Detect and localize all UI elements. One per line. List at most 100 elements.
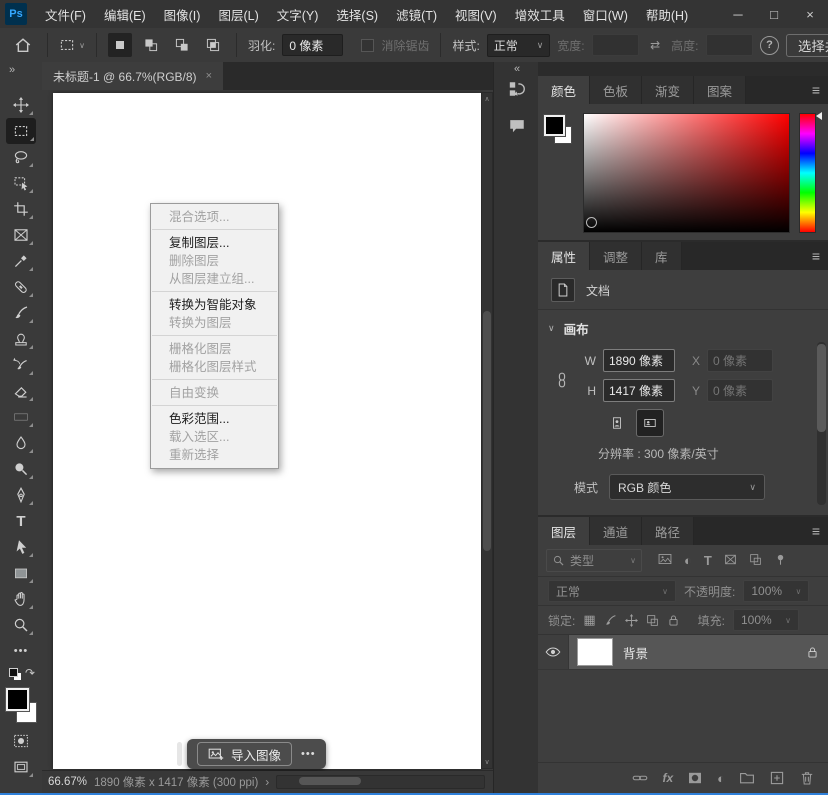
canvas-width-input[interactable]: 1890 像素 xyxy=(603,349,675,372)
minimize-button[interactable]: ─ xyxy=(720,0,756,28)
layer-filter-type-select[interactable]: 类型 xyxy=(546,549,642,572)
history-brush-tool[interactable] xyxy=(7,352,35,378)
healing-brush-tool[interactable] xyxy=(7,274,35,300)
move-tool[interactable] xyxy=(7,92,35,118)
vertical-scroll-thumb[interactable] xyxy=(483,311,491,551)
hue-slider-handle[interactable] xyxy=(816,112,822,120)
select-and-mask-button[interactable]: 选择并遮住… xyxy=(786,34,828,57)
vertical-scrollbar[interactable]: ∧ ∨ xyxy=(481,92,493,769)
type-tool[interactable]: T xyxy=(7,508,35,534)
style-select[interactable]: 正常 xyxy=(487,34,551,57)
filter-shape-layers-icon[interactable] xyxy=(724,553,737,569)
add-layer-mask-icon[interactable] xyxy=(687,770,703,786)
tab-libraries[interactable]: 库 xyxy=(642,242,682,270)
eyedropper-tool[interactable] xyxy=(7,248,35,274)
import-image-button[interactable]: 导入图像 xyxy=(197,742,292,766)
dock-collapse-icon[interactable]: « xyxy=(494,62,539,76)
clone-stamp-tool[interactable] xyxy=(7,326,35,352)
blur-tool[interactable] xyxy=(7,430,35,456)
ctx-convert-to-smart-object[interactable]: 转换为智能对象 xyxy=(151,296,278,314)
selection-mode-add[interactable] xyxy=(139,33,163,57)
layers-panel-menu-icon[interactable]: ≡ xyxy=(812,523,820,539)
tab-layers[interactable]: 图层 xyxy=(538,517,590,545)
task-bar-more-button[interactable]: ••• xyxy=(301,748,316,760)
crop-tool[interactable] xyxy=(7,196,35,222)
menu-layer[interactable]: 图层(L) xyxy=(209,5,267,24)
task-bar-grip[interactable] xyxy=(177,742,182,766)
link-layers-icon[interactable] xyxy=(632,770,648,786)
layer-thumbnail[interactable] xyxy=(578,639,612,665)
properties-scrollbar[interactable] xyxy=(817,342,826,505)
help-icon[interactable]: ? xyxy=(760,36,779,55)
canvas-height-input[interactable]: 1417 像素 xyxy=(603,379,675,402)
canvas-section-header[interactable]: ∨ 画布 xyxy=(538,310,828,342)
maximize-button[interactable]: □ xyxy=(756,0,792,28)
filter-pin-toggle-icon[interactable] xyxy=(774,553,787,569)
lock-transparency-icon[interactable]: ▦ xyxy=(583,612,595,628)
opacity-select[interactable]: 100% xyxy=(743,580,809,602)
version-history-panel-icon[interactable] xyxy=(508,80,526,101)
object-selection-tool[interactable] xyxy=(7,170,35,196)
document-tab[interactable]: 未标题-1 @ 66.7%(RGB/8) × xyxy=(42,62,223,90)
layer-visibility-eye-icon[interactable] xyxy=(538,635,569,669)
eraser-tool[interactable] xyxy=(7,378,35,404)
document-tab-close-icon[interactable]: × xyxy=(206,70,212,82)
scroll-down-icon[interactable]: ∨ xyxy=(484,758,489,766)
color-panel-menu-icon[interactable]: ≡ xyxy=(812,82,820,98)
properties-panel-menu-icon[interactable]: ≡ xyxy=(812,248,820,264)
layer-row-background[interactable]: 背景 xyxy=(538,635,828,670)
menu-image[interactable]: 图像(I) xyxy=(155,5,210,24)
selection-mode-intersect[interactable] xyxy=(201,33,225,57)
rectangle-tool[interactable] xyxy=(7,560,35,586)
path-selection-tool[interactable] xyxy=(7,534,35,560)
edit-toolbar-button[interactable]: ••• xyxy=(7,638,35,664)
width-input[interactable] xyxy=(592,34,640,56)
menu-window[interactable]: 窗口(W) xyxy=(574,5,637,24)
filter-smart-objects-icon[interactable] xyxy=(749,553,762,569)
scroll-up-icon[interactable]: ∧ xyxy=(484,95,489,103)
panel-foreground-swatch[interactable] xyxy=(544,115,565,136)
menu-view[interactable]: 视图(V) xyxy=(446,5,506,24)
hue-slider[interactable] xyxy=(799,113,816,233)
menu-help[interactable]: 帮助(H) xyxy=(637,5,697,24)
lasso-tool[interactable] xyxy=(7,144,35,170)
delete-layer-icon[interactable] xyxy=(799,770,815,786)
orientation-landscape-button[interactable] xyxy=(637,410,663,436)
tool-preset-marquee[interactable] xyxy=(59,32,85,58)
properties-scroll-thumb[interactable] xyxy=(817,344,826,432)
canvas-y-input[interactable]: 0 像素 xyxy=(707,379,773,402)
canvas-x-input[interactable]: 0 像素 xyxy=(707,349,773,372)
color-picker-marker[interactable] xyxy=(586,217,597,228)
screen-mode-toggle[interactable] xyxy=(7,754,35,780)
swap-dimensions-icon[interactable]: ⇄ xyxy=(646,32,664,58)
ctx-duplicate-layer[interactable]: 复制图层... xyxy=(151,234,278,252)
default-colors-widget[interactable]: ↷ xyxy=(7,668,35,683)
layer-name[interactable]: 背景 xyxy=(623,643,648,662)
toolbar-collapse-icon[interactable]: » xyxy=(0,62,42,78)
ctx-color-range[interactable]: 色彩范围... xyxy=(151,410,278,428)
status-chevron-icon[interactable]: › xyxy=(265,775,269,789)
layer-style-fx-icon[interactable]: fx xyxy=(662,771,673,785)
horizontal-scroll-thumb[interactable] xyxy=(299,777,361,785)
tab-adjustments[interactable]: 调整 xyxy=(590,242,642,270)
selection-mode-new[interactable] xyxy=(108,33,132,57)
menu-plugins[interactable]: 增效工具 xyxy=(506,5,574,24)
height-input[interactable] xyxy=(706,34,754,56)
filter-adjustment-layers-icon[interactable]: ◐ xyxy=(684,553,692,568)
comments-panel-icon[interactable] xyxy=(508,117,526,138)
swap-colors-icon[interactable]: ↷ xyxy=(25,666,35,680)
zoom-level[interactable]: 66.67% xyxy=(48,776,87,788)
zoom-tool[interactable] xyxy=(7,612,35,638)
brush-tool[interactable] xyxy=(7,300,35,326)
tab-channels[interactable]: 通道 xyxy=(590,517,642,545)
fill-select[interactable]: 100% xyxy=(733,609,799,631)
lock-position-icon[interactable] xyxy=(625,614,638,627)
tab-color[interactable]: 颜色 xyxy=(538,76,590,104)
tab-paths[interactable]: 路径 xyxy=(642,517,694,545)
feather-input[interactable]: 0 像素 xyxy=(282,34,342,56)
hand-tool[interactable] xyxy=(7,586,35,612)
lock-all-icon[interactable] xyxy=(667,614,680,627)
frame-tool[interactable] xyxy=(7,222,35,248)
lock-paint-icon[interactable] xyxy=(604,614,617,627)
tab-patterns[interactable]: 图案 xyxy=(694,76,746,104)
